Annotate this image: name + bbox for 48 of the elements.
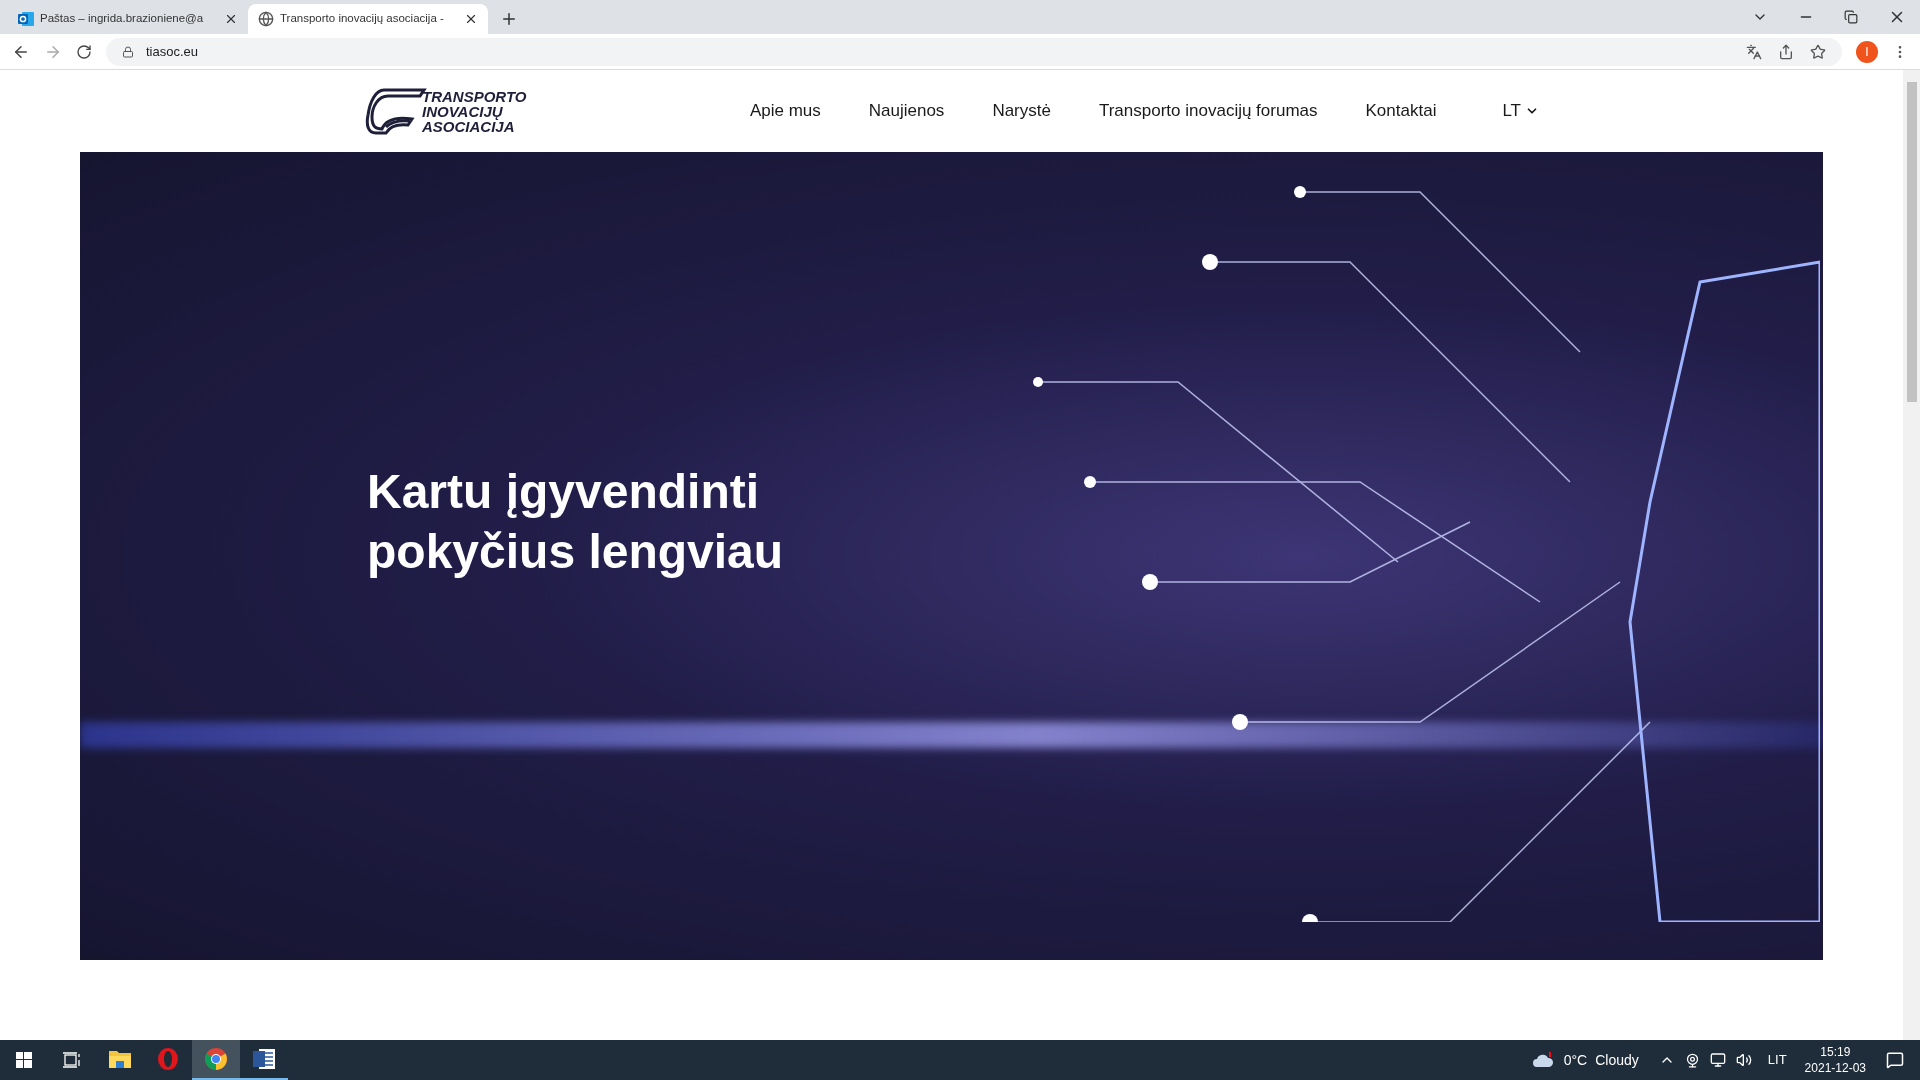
restore-icon[interactable] (1844, 10, 1858, 24)
logo-text: TRANSPORTO (422, 88, 527, 104)
tab-title: Transporto inovacijų asociacija - (280, 11, 444, 27)
nav-link[interactable]: Apie mus (749, 98, 821, 124)
address-bar[interactable]: tiasoc.eu (106, 37, 1842, 66)
scrollbar-thumb[interactable] (1906, 82, 1917, 402)
close-icon[interactable] (464, 12, 478, 26)
cloud-icon (1531, 1052, 1554, 1068)
language-selector[interactable]: LT (1502, 98, 1539, 124)
windows-logo-icon (16, 1052, 32, 1068)
clock[interactable]: 15:19 2021-12-03 (1804, 1044, 1866, 1076)
reload-icon[interactable] (76, 43, 92, 60)
site-logo[interactable]: TRANSPORTO INOVACIJŲ ASOCIACIJA (364, 87, 527, 135)
clock-date: 2021-12-03 (1804, 1060, 1866, 1076)
hero-heading: pokyčius lengviau (367, 524, 785, 580)
translate-icon[interactable] (1746, 43, 1762, 60)
globe-icon (258, 11, 274, 27)
browser-tab[interactable]: Transporto inovacijų asociacija - (248, 4, 488, 34)
lock-icon (122, 45, 134, 58)
weather-temperature: 0°C (1563, 1050, 1588, 1070)
input-language[interactable]: LIT (1767, 1050, 1787, 1070)
profile-avatar[interactable]: I (1856, 40, 1878, 63)
notifications-icon[interactable] (1886, 1051, 1904, 1069)
nav-link[interactable]: Kontaktai (1365, 98, 1437, 124)
close-icon[interactable] (224, 12, 238, 26)
new-tab-icon[interactable] (500, 10, 518, 28)
logo-text: ASOCIACIJA (422, 118, 516, 134)
chrome-browser-icon (204, 1047, 228, 1071)
nav-link[interactable]: Narystė (992, 98, 1051, 124)
url-text: tiasoc.eu (146, 42, 199, 61)
weather-condition: Cloudy (1595, 1050, 1639, 1070)
bookmark-star-icon[interactable] (1810, 43, 1826, 60)
logo-text: INOVACIJŲ (422, 103, 503, 119)
nav-link[interactable]: Naujienos (868, 98, 945, 124)
mail-app-icon (18, 11, 34, 27)
browser-tab[interactable]: Paštas – ingrida.brazioniene@a (8, 4, 248, 34)
hero-heading: Kartu įgyvendinti (367, 464, 761, 520)
tab-title: Paštas – ingrida.brazioniene@a (40, 11, 204, 27)
folder-icon (108, 1049, 132, 1069)
webcam-icon[interactable] (1684, 1052, 1700, 1068)
document-app-icon (252, 1048, 276, 1070)
share-icon[interactable] (1778, 43, 1794, 60)
nav-link[interactable]: Transporto inovacijų forumas (1098, 98, 1318, 124)
opera-browser-icon (156, 1047, 180, 1071)
scrollbar[interactable] (1903, 70, 1920, 1040)
clock-time: 15:19 (1820, 1044, 1851, 1060)
volume-icon[interactable] (1735, 1052, 1752, 1068)
task-view-icon (63, 1052, 81, 1068)
